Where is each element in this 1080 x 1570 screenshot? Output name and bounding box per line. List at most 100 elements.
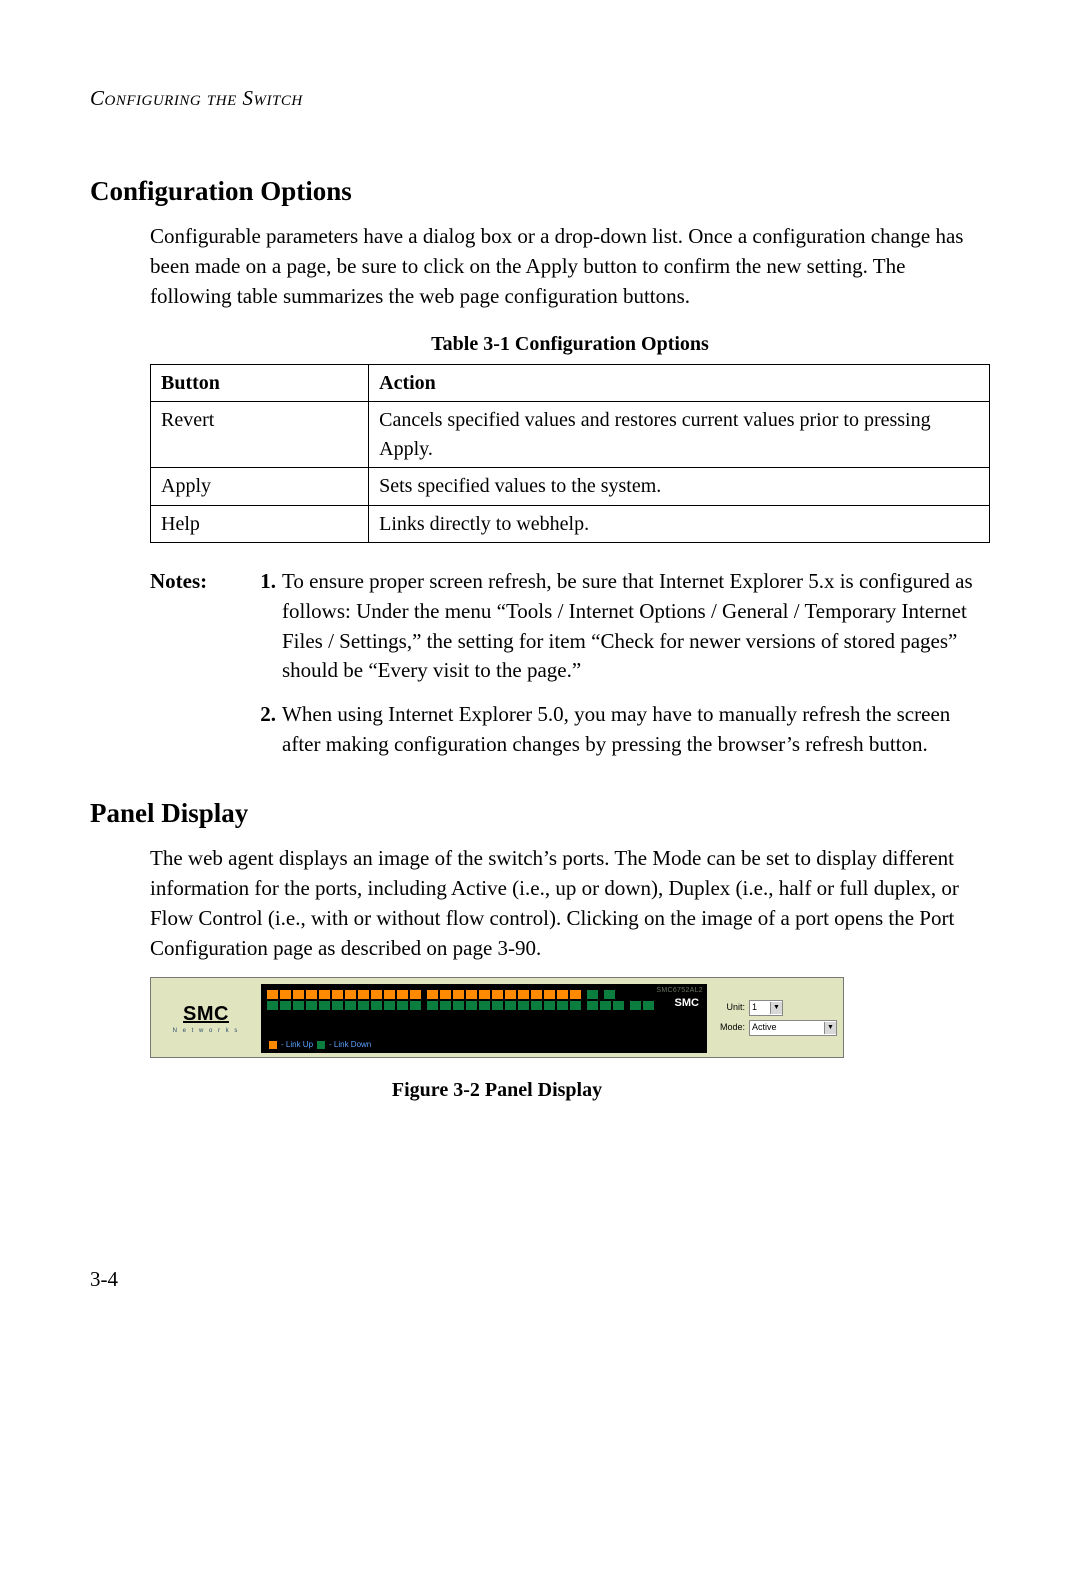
port[interactable] [570,1001,581,1010]
chevron-down-icon: ▼ [824,1022,836,1034]
port[interactable] [604,990,615,999]
cell-action: Sets specified values to the system. [369,468,990,505]
port[interactable] [427,990,438,999]
port[interactable] [613,1001,624,1010]
port[interactable] [371,1001,382,1010]
link-legend: - Link Up - Link Down [269,1039,371,1050]
port[interactable] [492,1001,503,1010]
config-options-table: Button Action Revert Cancels specified v… [150,364,990,543]
port[interactable] [587,1001,598,1010]
table-row: Help Links directly to webhelp. [151,505,990,542]
port[interactable] [518,990,529,999]
col-header-action: Action [369,364,990,401]
port[interactable] [306,990,317,999]
table-row: Apply Sets specified values to the syste… [151,468,990,505]
port[interactable] [544,990,555,999]
port-grid[interactable] [267,990,654,1010]
cell-button: Revert [151,402,369,468]
port[interactable] [293,1001,304,1010]
switch-graphic[interactable]: SMC6752AL2 SMC - Link Up - Link Down [261,984,707,1053]
port[interactable] [384,1001,395,1010]
unit-label: Unit: [713,1001,745,1014]
port[interactable] [518,1001,529,1010]
switch-inner-brand: SMC [675,996,699,1012]
cell-button: Apply [151,468,369,505]
port[interactable] [531,1001,542,1010]
port[interactable] [557,990,568,999]
port[interactable] [440,1001,451,1010]
section-heading-panel-display: Panel Display [90,794,990,832]
port[interactable] [293,990,304,999]
port[interactable] [453,1001,464,1010]
config-options-intro: Configurable parameters have a dialog bo… [150,222,990,311]
port[interactable] [371,990,382,999]
port[interactable] [492,990,503,999]
port[interactable] [332,1001,343,1010]
note-number: 2. [250,700,282,760]
port[interactable] [410,990,421,999]
cell-button: Help [151,505,369,542]
port[interactable] [358,990,369,999]
table-caption: Table 3-1 Configuration Options [150,330,990,358]
link-up-swatch [269,1041,277,1049]
legend-link-down: - Link Down [329,1039,371,1050]
section-heading-config-options: Configuration Options [90,172,990,210]
panel-display-figure: SMC N e t w o r k s SMC6752AL2 SMC - Lin… [150,977,844,1104]
port[interactable] [319,1001,330,1010]
port[interactable] [479,990,490,999]
port[interactable] [306,1001,317,1010]
port[interactable] [505,1001,516,1010]
port[interactable] [358,1001,369,1010]
port[interactable] [345,990,356,999]
port[interactable] [319,990,330,999]
port[interactable] [267,990,278,999]
switch-model-label: SMC6752AL2 [656,986,703,996]
port[interactable] [410,1001,421,1010]
port[interactable] [505,990,516,999]
note-text: When using Internet Explorer 5.0, you ma… [282,700,990,760]
port[interactable] [557,1001,568,1010]
port[interactable] [570,990,581,999]
port[interactable] [466,1001,477,1010]
port[interactable] [587,990,598,999]
port[interactable] [600,1001,611,1010]
brand-logo: SMC N e t w o r k s [151,978,261,1057]
unit-value: 1 [752,1001,757,1014]
port[interactable] [345,1001,356,1010]
link-down-swatch [317,1041,325,1049]
table-row: Revert Cancels specified values and rest… [151,402,990,468]
port[interactable] [453,990,464,999]
note-text: To ensure proper screen refresh, be sure… [282,567,990,686]
port[interactable] [280,990,291,999]
mode-select[interactable]: Active ▼ [749,1020,837,1036]
unit-select[interactable]: 1 ▼ [749,1000,783,1016]
port[interactable] [440,990,451,999]
running-header: Configuring the Switch [90,84,990,114]
brand-subtext: N e t w o r k s [173,1027,240,1036]
figure-caption: Figure 3-2 Panel Display [150,1076,844,1104]
notes-label: Notes: [150,567,250,686]
port[interactable] [332,990,343,999]
port[interactable] [544,1001,555,1010]
cell-action: Links directly to webhelp. [369,505,990,542]
port[interactable] [397,1001,408,1010]
port[interactable] [531,990,542,999]
port[interactable] [280,1001,291,1010]
port[interactable] [643,1001,654,1010]
port[interactable] [466,990,477,999]
legend-link-up: - Link Up [281,1039,313,1050]
port[interactable] [267,1001,278,1010]
port[interactable] [397,990,408,999]
port[interactable] [630,1001,641,1010]
port[interactable] [384,990,395,999]
brand-text: SMC [183,1000,229,1028]
panel-display-intro: The web agent displays an image of the s… [150,844,990,963]
port[interactable] [427,1001,438,1010]
chevron-down-icon: ▼ [770,1002,782,1014]
note-number: 1. [250,567,282,686]
port[interactable] [479,1001,490,1010]
cell-action: Cancels specified values and restores cu… [369,402,990,468]
mode-value: Active [752,1021,777,1034]
notes-block: Notes: 1. To ensure proper screen refres… [150,567,990,760]
col-header-button: Button [151,364,369,401]
